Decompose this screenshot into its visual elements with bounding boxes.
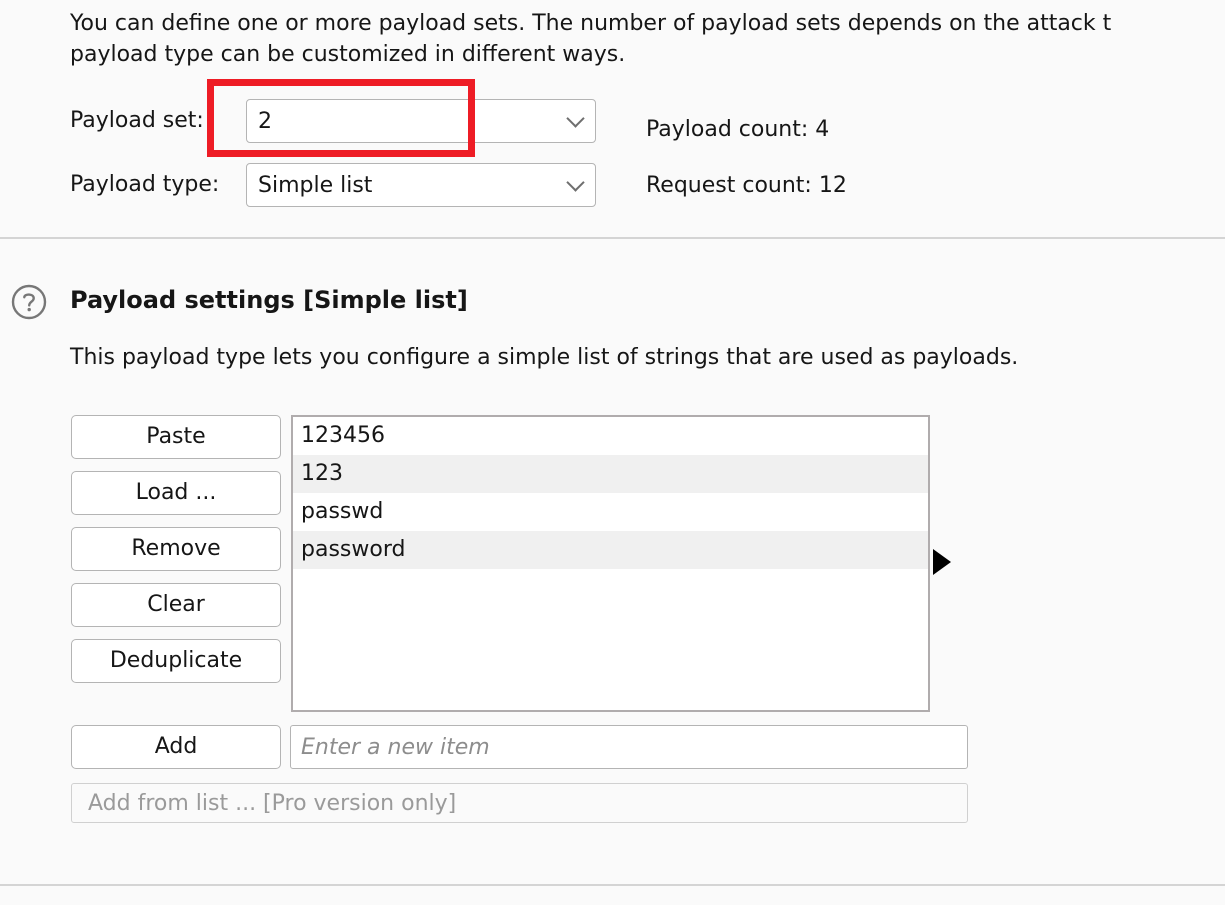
list-item[interactable]: password [293, 531, 928, 569]
section-title: Payload settings [Simple list] [70, 286, 468, 314]
payload-set-label: Payload set: [70, 108, 204, 133]
remove-button[interactable]: Remove [71, 527, 281, 571]
request-count-label: Request count: 12 [646, 173, 847, 198]
intro-paragraph: You can define one or more payload sets.… [70, 8, 1225, 70]
list-item[interactable]: passwd [293, 493, 928, 531]
question-circle-icon[interactable] [10, 283, 48, 321]
payload-set-value: 2 [258, 108, 272, 134]
payload-type-row: Payload type: Simple list [70, 163, 596, 207]
payload-actions-column: Paste Load ... Remove Clear Deduplicate [71, 415, 281, 683]
intro-line-2: payload type can be customized in differ… [70, 42, 626, 67]
payload-list[interactable]: 123456 123 passwd password [291, 415, 930, 712]
add-button[interactable]: Add [71, 725, 281, 769]
payload-type-combo[interactable]: Simple list [246, 163, 596, 207]
payload-type-value: Simple list [258, 172, 373, 198]
payload-count-label: Payload count: 4 [646, 117, 830, 142]
section-description: This payload type lets you configure a s… [70, 345, 1019, 370]
clear-button[interactable]: Clear [71, 583, 281, 627]
load-button[interactable]: Load ... [71, 471, 281, 515]
payload-type-label: Payload type: [70, 172, 220, 197]
payload-set-row: Payload set: 2 [70, 99, 596, 143]
intro-line-1: You can define one or more payload sets.… [70, 11, 1112, 36]
chevron-down-icon [568, 176, 583, 191]
new-item-input[interactable] [290, 725, 968, 769]
list-item[interactable]: 123 [293, 455, 928, 493]
deduplicate-button[interactable]: Deduplicate [71, 639, 281, 683]
paste-button[interactable]: Paste [71, 415, 281, 459]
chevron-down-icon [568, 112, 583, 127]
add-from-list-combo[interactable]: Add from list ... [Pro version only] [71, 783, 968, 823]
list-item[interactable]: 123456 [293, 417, 928, 455]
add-from-list-label: Add from list ... [Pro version only] [88, 790, 457, 816]
payload-settings-panel: You can define one or more payload sets.… [0, 0, 1225, 905]
section-divider-bottom [0, 884, 1225, 886]
mouse-cursor-icon [933, 549, 951, 575]
section-divider-top [0, 237, 1225, 239]
payload-set-combo[interactable]: 2 [246, 99, 596, 143]
